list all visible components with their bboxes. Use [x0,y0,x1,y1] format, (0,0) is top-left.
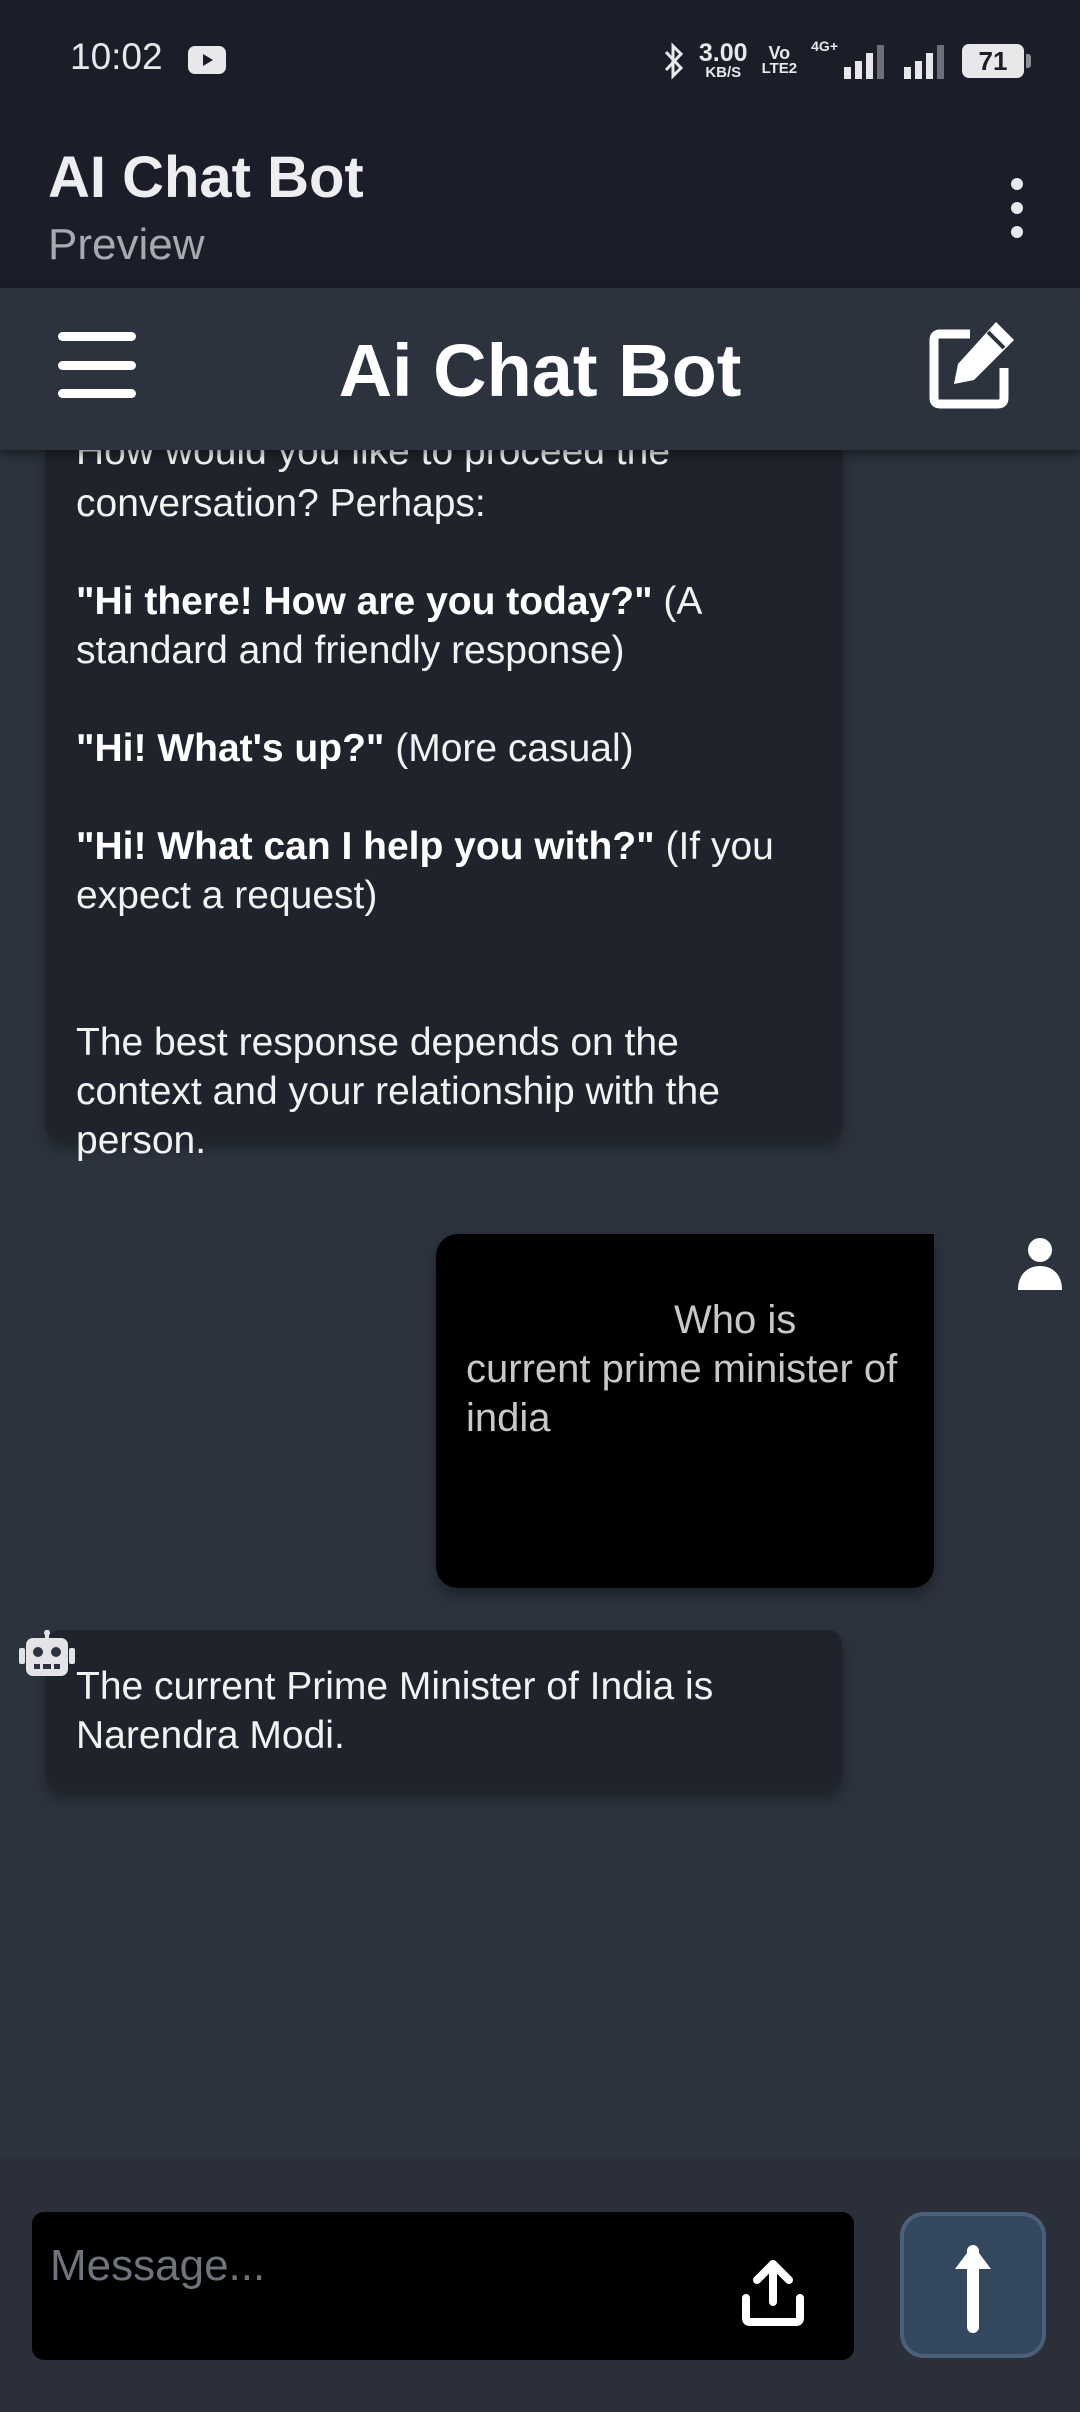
status-time: 10:02 [70,36,163,77]
bluetooth-icon [664,42,683,80]
youtube-icon [188,46,226,74]
dot-icon [1011,226,1023,238]
message-option: "Hi! What can I help you with?" (If you … [76,825,774,917]
message-input[interactable] [50,2236,710,2296]
message-input-container[interactable] [32,2212,854,2360]
send-button[interactable] [900,2212,1046,2358]
edit-icon[interactable] [926,316,1020,412]
upload-icon[interactable] [740,2258,806,2328]
status-icons: 3.00 KB/S Vo LTE2 4G+ 71 [663,36,1031,86]
chat-header: Ai Chat Bot [0,288,1080,450]
overflow-menu-button[interactable] [1002,178,1032,238]
battery-level: 71 [978,45,1008,76]
robot-icon [19,1630,75,1676]
user-icon [1018,1238,1062,1290]
dot-icon [1011,202,1023,214]
chat-area[interactable]: How would you like to proceed the conver… [0,450,1080,2158]
signal-icon-1 [844,45,884,79]
message-option: "Hi there! How are you today?" (A standa… [76,580,701,672]
bot-message: How would you like to proceed the conver… [46,450,842,1162]
network-speed: 3.00 KB/S [698,39,748,81]
header-title: Ai Chat Bot [338,329,742,412]
app-subtitle: Preview [48,220,205,269]
volte-indicator: Vo LTE2 [761,43,798,78]
app-title: AI Chat Bot [48,145,364,210]
arrow-up-icon [955,2245,991,2333]
dot-icon [1011,178,1023,190]
message-intro: conversation? Perhaps: [76,482,486,525]
composer-bar [0,2158,1080,2412]
message-closing: The best response depends on the context… [76,1021,720,1162]
message-text: The current Prime Minister of India is N… [76,1665,714,1757]
message-option: "Hi! What's up?" (More casual) [76,727,634,770]
message-line-partial: How would you like to proceed the [76,450,671,473]
status-bar: 10:02 3.00 KB/S Vo LTE2 4G+ 71 [0,0,1080,120]
battery-icon: 71 [962,44,1031,78]
app-bar: AI Chat Bot Preview [0,120,1080,288]
signal-icon-2 [904,45,944,79]
network-type: 4G+ [811,38,838,54]
user-message: Who is current prime minister of india [436,1234,934,1588]
bot-message: The current Prime Minister of India is N… [46,1630,842,1790]
